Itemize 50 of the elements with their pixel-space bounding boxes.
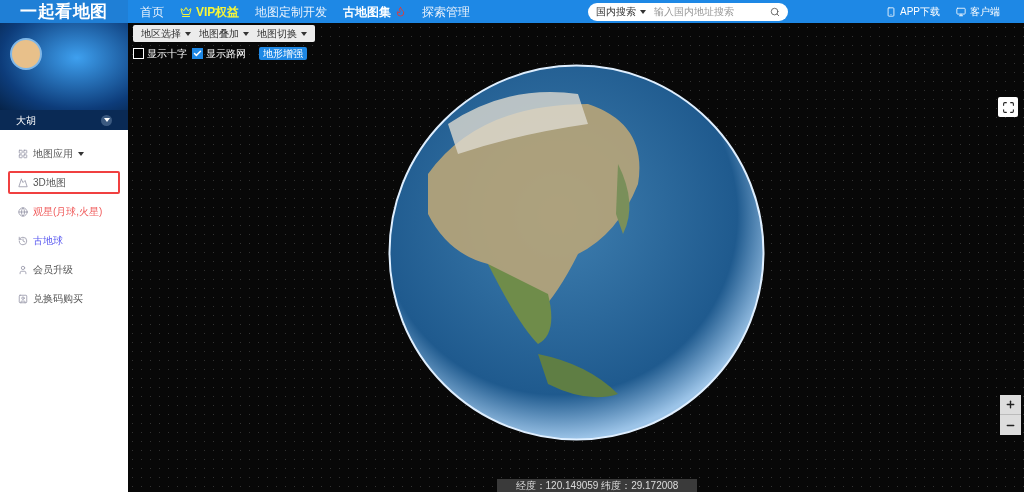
id-card-icon — [18, 293, 28, 304]
header-link[interactable]: APP下载 — [886, 4, 940, 19]
fullscreen-button[interactable] — [998, 97, 1018, 117]
mountain-icon — [18, 177, 28, 188]
sidebar-item[interactable]: 兑换码购买 — [8, 287, 120, 310]
nav-link[interactable]: 探索管理 — [414, 0, 479, 23]
sidebar-item[interactable]: 古地球 — [8, 229, 120, 252]
sidebar-item[interactable]: 地图应用 — [8, 142, 120, 165]
search-scope-dropdown[interactable]: 国内搜索 — [596, 4, 647, 19]
nav-link[interactable]: 首页 — [132, 0, 172, 23]
caret-icon — [640, 9, 647, 14]
history-icon — [18, 235, 28, 246]
zoom-in-button[interactable] — [1000, 395, 1021, 415]
user-icon — [18, 264, 28, 275]
nav-link[interactable]: VIP权益 — [172, 0, 248, 23]
caret-icon — [103, 118, 110, 122]
globe-icon — [18, 206, 28, 217]
phone-icon — [886, 6, 896, 17]
search-field[interactable]: 国内搜索 输入国内地址搜索 — [588, 2, 789, 21]
nav-link[interactable]: 地图定制开发 — [247, 0, 336, 23]
toolbar-dropdown[interactable]: 地图叠加 — [199, 26, 249, 41]
profile-dropdown[interactable] — [101, 114, 112, 126]
caret-icon — [243, 31, 249, 36]
check-icon — [193, 49, 202, 58]
sidebar-item[interactable]: 会员升级 — [8, 258, 120, 281]
caret-icon — [78, 151, 84, 156]
checkbox-label: 显示十字 — [147, 47, 187, 61]
search-icon[interactable] — [770, 6, 781, 17]
toolbar-dropdown[interactable]: 地区选择 — [141, 26, 191, 41]
header-link[interactable]: 客户端 — [956, 4, 1000, 19]
monitor-icon — [956, 6, 966, 17]
flame-icon — [395, 6, 407, 17]
grid-icon — [18, 148, 28, 159]
crown-icon — [180, 5, 192, 18]
caret-icon — [185, 31, 191, 36]
checkbox[interactable] — [192, 48, 203, 59]
fullscreen-icon — [1001, 100, 1015, 114]
avatar — [10, 38, 42, 70]
checkbox-label: 显示路网 — [206, 47, 246, 61]
coordinate-bar: 经度：120.149059 纬度：29.172008 — [497, 479, 697, 492]
plus-icon — [1005, 399, 1016, 410]
sidebar-item[interactable]: 3D地图 — [8, 171, 120, 194]
toolbar-dropdown[interactable]: 地图切换 — [257, 26, 307, 41]
nav-link[interactable]: 古地图集 — [335, 0, 415, 23]
terrain-button[interactable]: 地形增强 — [259, 47, 307, 60]
user-name: 大胡 — [16, 113, 36, 128]
sidebar-item[interactable]: 观星(月球,火星) — [8, 200, 120, 223]
logo[interactable]: 一起看地图 — [0, 0, 128, 23]
checkbox[interactable] — [133, 48, 144, 59]
caret-icon — [301, 31, 307, 36]
